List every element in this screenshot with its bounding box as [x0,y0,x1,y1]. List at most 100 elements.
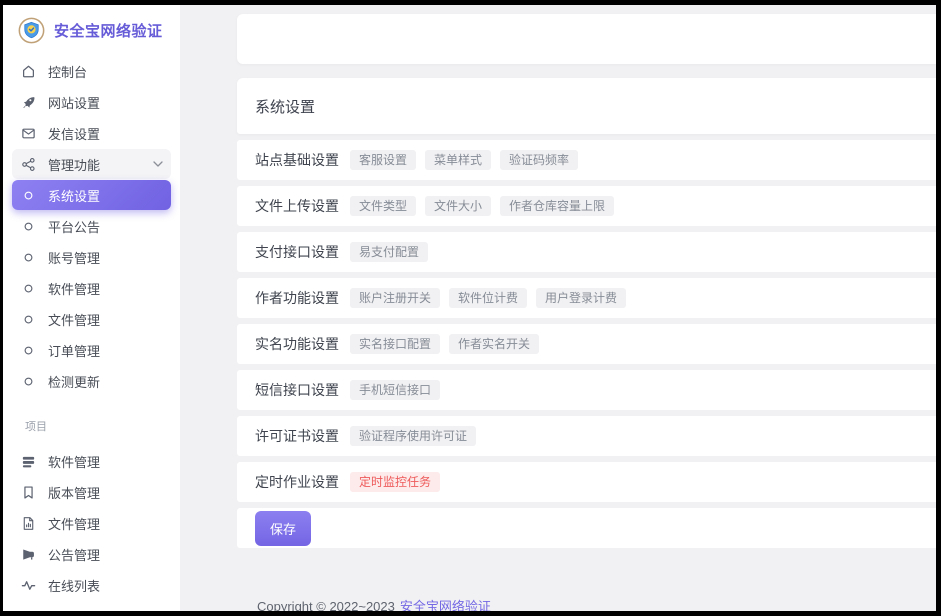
sidebar-item-label: 发信设置 [48,124,100,143]
app-root: 安全宝网络验证 控制台网站设置发信设置管理功能 系统设置平台公告账号管理软件管理… [3,5,936,611]
circle-icon [20,187,36,203]
circle-icon [20,249,36,265]
panel-title-block: 系统设置 [237,78,936,134]
sidebar-item-label: 版本管理 [48,483,100,502]
tag: 验证程序使用许可证 [350,426,476,446]
sidebar-item-label: 网站设置 [48,93,100,112]
home-icon [20,63,36,79]
sidebar-item-order-management[interactable]: 订单管理 [12,335,171,365]
tag: 验证码频率 [500,150,578,170]
sidebar-item-site-settings[interactable]: 网站设置 [12,87,171,117]
sidebar-item-label: 公告管理 [48,545,100,564]
settings-row-realname-features[interactable]: 实名功能设置实名接口配置作者实名开关 [237,324,936,364]
tag: 文件大小 [425,196,491,216]
sidebar-item-account-management[interactable]: 账号管理 [12,242,171,272]
footer: Copyright © 2022~2023 安全宝网络验证 [237,596,936,611]
settings-row-scheduled-jobs[interactable]: 定时作业设置定时监控任务 [237,462,936,502]
sidebar-item-file-management[interactable]: 文件管理 [12,304,171,334]
sidebar-item-console[interactable]: 控制台 [12,56,171,86]
circle-icon [20,373,36,389]
tag-danger: 定时监控任务 [350,472,440,492]
settings-rows: 站点基础设置客服设置菜单样式验证码频率文件上传设置文件类型文件大小作者仓库容量上… [237,140,936,508]
sidebar-item-label: 平台公告 [48,217,100,236]
sidebar-item-project-online-list[interactable]: 在线列表 [12,570,171,600]
tag: 软件位计费 [449,288,527,308]
sidebar-item-label: 管理功能 [48,155,100,174]
copyright-text: Copyright © 2022~2023 [257,599,395,611]
settings-row-label: 实名功能设置 [255,334,339,354]
sidebar-item-label: 软件管理 [48,279,100,298]
activity-icon [20,577,36,593]
settings-row-label: 定时作业设置 [255,472,339,492]
sidebar-item-label: 检测更新 [48,372,100,391]
sidebar-item-project-versions[interactable]: 版本管理 [12,477,171,507]
sidebar: 安全宝网络验证 控制台网站设置发信设置管理功能 系统设置平台公告账号管理软件管理… [3,5,180,611]
tag: 手机短信接口 [350,380,440,400]
settings-row-sms-api[interactable]: 短信接口设置手机短信接口 [237,370,936,410]
tag: 账户注册开关 [350,288,440,308]
sidebar-item-label: 控制台 [48,62,87,81]
settings-row-label: 站点基础设置 [255,150,339,170]
sidebar-item-system-settings[interactable]: 系统设置 [12,180,171,210]
sidebar-item-admin-functions[interactable]: 管理功能 [12,149,171,179]
header-card [237,14,936,64]
settings-row-site-basic[interactable]: 站点基础设置客服设置菜单样式验证码频率 [237,140,936,180]
settings-row-license-cert[interactable]: 许可证书设置验证程序使用许可证 [237,416,936,456]
settings-row-label: 许可证书设置 [255,426,339,446]
sidebar-item-label: 文件管理 [48,514,100,533]
main-content: 系统设置 站点基础设置客服设置菜单样式验证码频率文件上传设置文件类型文件大小作者… [180,5,936,611]
tag: 作者实名开关 [449,334,539,354]
settings-row-file-upload[interactable]: 文件上传设置文件类型文件大小作者仓库容量上限 [237,186,936,226]
chevron-down-icon [153,161,163,167]
save-block: 保存 [237,508,936,548]
settings-row-label: 文件上传设置 [255,196,339,216]
tag: 用户登录计费 [536,288,626,308]
sidebar-item-project-announcements[interactable]: 公告管理 [12,539,171,569]
sidebar-item-label: 在线列表 [48,576,100,595]
tag: 易支付配置 [350,242,428,262]
sidebar-item-label: 文件管理 [48,310,100,329]
tag: 实名接口配置 [350,334,440,354]
share-icon [20,156,36,172]
footer-brand-link[interactable]: 安全宝网络验证 [400,599,491,611]
bookmark-icon [20,484,36,500]
brand[interactable]: 安全宝网络验证 [3,5,180,55]
mail-icon [20,125,36,141]
sidebar-item-software-management[interactable]: 软件管理 [12,273,171,303]
sidebar-section-label: 项目 [25,418,180,434]
settings-row-label: 支付接口设置 [255,242,339,262]
settings-row-author-features[interactable]: 作者功能设置账户注册开关软件位计费用户登录计费 [237,278,936,318]
circle-icon [20,280,36,296]
sidebar-item-label: 账号管理 [48,248,100,267]
tag: 客服设置 [350,150,416,170]
server-icon [20,453,36,469]
rocket-icon [20,94,36,110]
brand-shield-logo-icon [18,17,45,44]
window-frame: 安全宝网络验证 控制台网站设置发信设置管理功能 系统设置平台公告账号管理软件管理… [0,0,941,616]
circle-icon [20,342,36,358]
sidebar-item-platform-announcement[interactable]: 平台公告 [12,211,171,241]
settings-row-label: 短信接口设置 [255,380,339,400]
sidebar-item-check-update[interactable]: 检测更新 [12,366,171,396]
sidebar-item-label: 系统设置 [48,186,100,205]
sidebar-main-menu: 控制台网站设置发信设置管理功能 [3,56,180,179]
file-icon [20,515,36,531]
sidebar-submenu: 系统设置平台公告账号管理软件管理文件管理订单管理检测更新 [3,180,180,396]
sidebar-item-project-files[interactable]: 文件管理 [12,508,171,538]
tag: 文件类型 [350,196,416,216]
sidebar-project-menu: 软件管理版本管理文件管理公告管理在线列表 [3,446,180,600]
save-button[interactable]: 保存 [255,511,311,546]
circle-icon [20,218,36,234]
tag: 菜单样式 [425,150,491,170]
page-title: 系统设置 [255,96,315,117]
megaphone-icon [20,546,36,562]
sidebar-item-mail-settings[interactable]: 发信设置 [12,118,171,148]
tag: 作者仓库容量上限 [500,196,614,216]
circle-icon [20,311,36,327]
settings-row-payment-api[interactable]: 支付接口设置易支付配置 [237,232,936,272]
sidebar-item-project-software[interactable]: 软件管理 [12,446,171,476]
sidebar-item-label: 订单管理 [48,341,100,360]
sidebar-item-label: 软件管理 [48,452,100,471]
settings-row-label: 作者功能设置 [255,288,339,308]
brand-title: 安全宝网络验证 [54,20,163,41]
